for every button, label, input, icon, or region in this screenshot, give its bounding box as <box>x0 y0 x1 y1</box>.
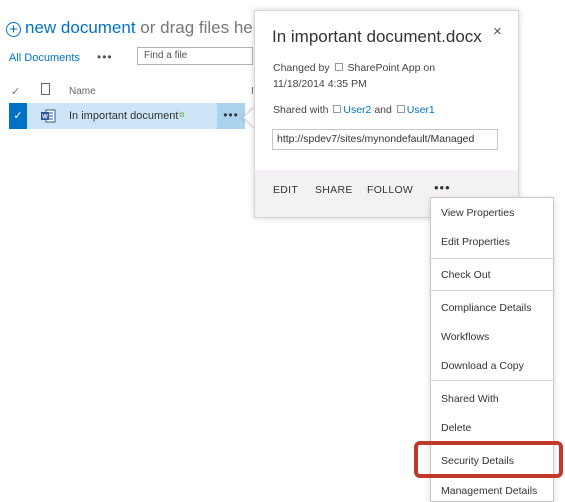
menu-item-check-out[interactable]: Check Out <box>441 269 491 281</box>
row-selected-checkmark-icon[interactable]: ✓ <box>9 103 27 129</box>
add-circle-icon: + <box>6 22 21 37</box>
menu-item-view-properties[interactable]: View Properties <box>441 207 514 219</box>
document-url-field[interactable]: http://spdev7/sites/mynondefault/Managed <box>272 129 498 150</box>
drag-files-hint: or drag files her <box>135 18 259 37</box>
shared-with-label: Shared with <box>273 104 329 116</box>
row-open-callout-button[interactable]: ••• <box>217 103 245 129</box>
document-type-column-icon <box>41 83 50 95</box>
menu-divider <box>431 258 553 259</box>
menu-divider <box>431 380 553 381</box>
menu-divider <box>431 290 553 291</box>
svg-text:W: W <box>42 115 48 121</box>
share-action-button[interactable]: SHARE <box>315 184 353 196</box>
menu-item-edit-properties[interactable]: Edit Properties <box>441 236 510 248</box>
person-presence-icon <box>334 63 343 71</box>
find-file-search-input[interactable]: Find a file <box>137 47 253 65</box>
menu-item-delete[interactable]: Delete <box>441 422 471 434</box>
new-item-badge-icon: ¤ <box>179 110 185 121</box>
shared-user-link-user1[interactable]: User1 <box>407 104 435 116</box>
word-document-icon: W <box>41 109 56 123</box>
person-presence-icon <box>396 105 405 113</box>
menu-item-management-details[interactable]: Management Details <box>441 485 537 497</box>
shared-user-link-user2[interactable]: User2 <box>343 104 371 116</box>
new-document-command[interactable]: + new document or drag files her <box>6 18 258 38</box>
annotation-highlight-box <box>414 441 563 478</box>
changed-by-label: Changed by <box>273 62 330 74</box>
more-actions-ellipsis-button[interactable]: ••• <box>434 180 451 195</box>
shared-and-text: and <box>374 104 392 116</box>
menu-item-compliance-details[interactable]: Compliance Details <box>441 302 531 314</box>
changed-date: 11/18/2014 4:35 PM <box>273 78 367 90</box>
edit-action-button[interactable]: EDIT <box>273 184 298 196</box>
menu-item-shared-with[interactable]: Shared With <box>441 393 499 405</box>
new-document-link[interactable]: new document <box>25 18 136 37</box>
shared-with-line: Shared with User2 and User1 <box>273 104 435 116</box>
select-all-checkmark-icon[interactable]: ✓ <box>11 85 20 98</box>
callout-title: In important document.docx <box>272 27 482 46</box>
person-presence-icon <box>333 105 342 113</box>
menu-item-workflows[interactable]: Workflows <box>441 331 489 343</box>
name-column-header[interactable]: Name <box>69 86 96 97</box>
follow-action-button[interactable]: FOLLOW <box>367 184 413 196</box>
view-more-ellipsis[interactable]: ••• <box>97 50 113 64</box>
close-icon[interactable]: × <box>493 23 502 40</box>
document-name-link[interactable]: In important document <box>69 110 178 122</box>
changed-by-user: SharePoint App on <box>347 62 436 74</box>
changed-by-line: Changed by SharePoint App on <box>273 62 435 74</box>
view-selector-all-documents[interactable]: All Documents <box>9 52 80 64</box>
menu-item-download-copy[interactable]: Download a Copy <box>441 360 524 372</box>
